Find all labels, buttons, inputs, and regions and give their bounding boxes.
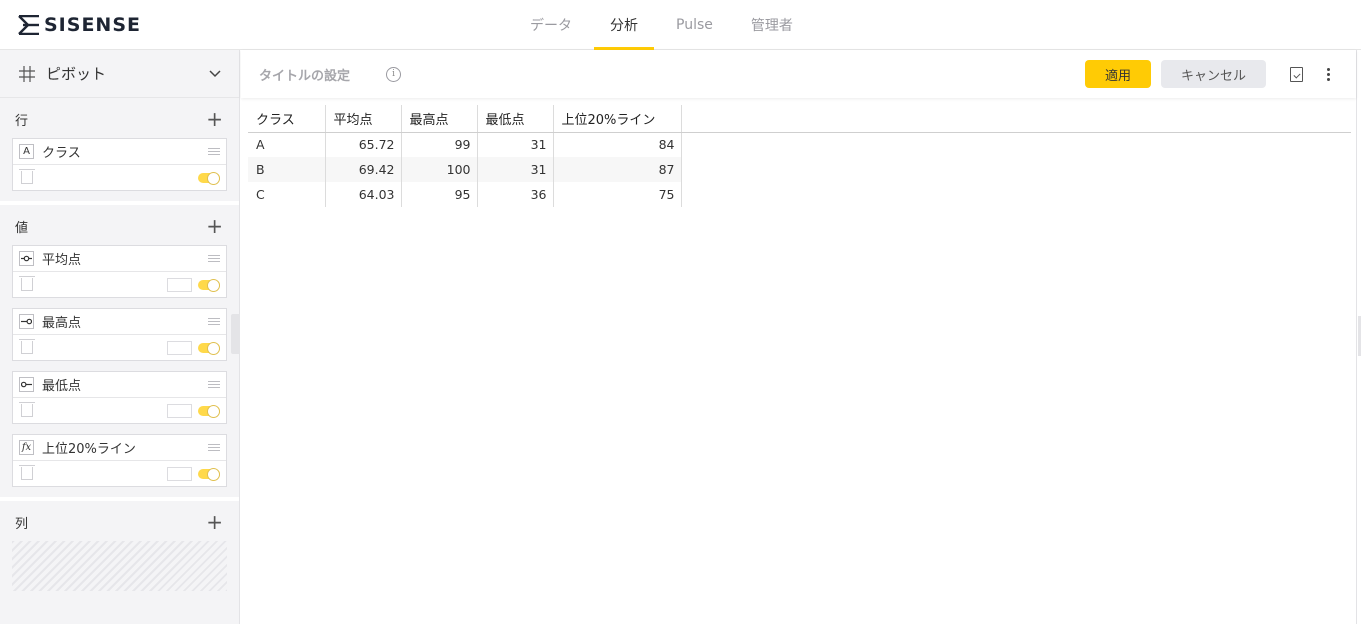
trash-icon[interactable] [19,465,35,480]
header-average[interactable]: 平均点 [325,105,402,133]
tab-admin-label: 管理者 [750,18,793,34]
tab-data-label: データ [530,18,572,34]
value-item-max[interactable]: 最高点 [12,308,227,361]
rows-section: 行 + A クラス [0,98,239,205]
item-toggle[interactable] [198,404,220,418]
pivot-table: クラス 平均点 最高点 最低点 上位20%ライン A 65.72 99 31 8… [248,105,682,207]
add-row-button[interactable]: + [206,109,223,129]
color-swatch[interactable] [167,466,192,481]
tab-data[interactable]: データ [514,0,588,50]
text-type-icon: A [19,144,34,159]
values-section-title: 値 [15,220,29,236]
cell-average: 69.42 [325,157,402,182]
more-options-icon[interactable] [1327,67,1330,81]
max-icon [19,314,34,329]
trash-icon[interactable] [19,402,35,417]
sidebar-collapse-handle[interactable] [231,314,240,354]
cancel-button[interactable]: キャンセル [1161,60,1266,88]
widget-title-input[interactable]: タイトルの設定 [259,65,350,84]
cell-max: 100 [401,157,478,182]
widget-sidebar: ピボット 行 + A クラス 値 + 平均点 最高点 最低点 fx 上位20%ラ… [0,50,240,624]
header-class[interactable]: クラス [248,105,326,133]
rows-section-title: 行 [15,113,29,129]
cell-min: 31 [477,132,554,157]
cell-class: B [248,157,326,182]
drag-handle-icon[interactable] [208,318,220,325]
cell-average: 64.03 [325,182,402,207]
value-item-label: 上位20%ライン [42,442,136,457]
value-item-label: 最高点 [42,316,82,331]
sisense-logo-icon [18,15,39,35]
tab-pulse[interactable]: Pulse [660,0,729,50]
logo-text: SISENSE [44,14,141,36]
formula-icon: fx [19,440,34,455]
item-toggle[interactable] [198,341,220,355]
header-max[interactable]: 最高点 [401,105,478,133]
widget-editor: タイトルの設定 i 適用 キャンセル クラス 平均点 最高点 最低点 上位20%… [241,50,1357,624]
export-file-icon[interactable] [1290,66,1303,82]
sisense-logo[interactable]: SISENSE [18,14,141,36]
values-section: 値 + 平均点 最高点 最低点 fx 上位20%ライン [0,205,239,501]
cell-max: 95 [401,182,478,207]
columns-dropzone[interactable] [12,541,227,591]
value-item-average[interactable]: 平均点 [12,245,227,298]
table-row: B 69.42 100 31 87 [248,157,682,182]
min-icon [19,377,34,392]
tab-analytics[interactable]: 分析 [594,0,654,50]
color-swatch[interactable] [167,403,192,418]
table-row: A 65.72 99 31 84 [248,132,682,157]
columns-section-title: 列 [15,516,29,532]
app-root: SISENSE データ 分析 Pulse 管理者 ピボット 行 + A クラス … [0,0,1361,624]
main-nav: データ 分析 Pulse 管理者 [514,0,815,50]
color-swatch[interactable] [167,340,192,355]
cell-class: C [248,182,326,207]
cell-max: 99 [401,132,478,157]
grid-icon [19,65,35,82]
color-swatch[interactable] [167,277,192,292]
value-item-label: 平均点 [42,253,82,268]
header-divider [248,132,1351,133]
add-value-button[interactable]: + [206,216,223,236]
avg-icon [19,251,34,266]
editor-toolbar: タイトルの設定 i 適用 キャンセル [241,50,1356,98]
cell-top20: 75 [553,182,682,207]
item-toggle[interactable] [198,467,220,481]
cell-average: 65.72 [325,132,402,157]
drag-handle-icon[interactable] [208,148,220,155]
cell-top20: 84 [553,132,682,157]
header-top20[interactable]: 上位20%ライン [553,105,682,133]
row-item-class[interactable]: A クラス [12,138,227,191]
tab-pulse-label: Pulse [676,17,713,33]
add-column-button[interactable]: + [206,512,223,532]
item-toggle[interactable] [198,171,220,185]
widget-type-selector[interactable]: ピボット [0,50,239,98]
header-min[interactable]: 最低点 [477,105,554,133]
tab-analytics-label: 分析 [610,18,638,34]
columns-section: 列 + [0,501,239,601]
drag-handle-icon[interactable] [208,381,220,388]
item-toggle[interactable] [198,278,220,292]
top-bar: SISENSE データ 分析 Pulse 管理者 [0,0,1361,50]
drag-handle-icon[interactable] [208,255,220,262]
pivot-header-row: クラス 平均点 最高点 最低点 上位20%ライン [248,105,682,133]
cell-top20: 87 [553,157,682,182]
info-icon[interactable]: i [386,66,402,82]
table-row: C 64.03 95 36 75 [248,182,682,207]
cell-min: 36 [477,182,554,207]
cell-class: A [248,132,326,157]
trash-icon[interactable] [19,169,35,184]
trash-icon[interactable] [19,276,35,291]
apply-button[interactable]: 適用 [1085,60,1151,88]
trash-icon[interactable] [19,339,35,354]
cell-min: 31 [477,157,554,182]
value-item-min[interactable]: 最低点 [12,371,227,424]
value-item-top20[interactable]: fx 上位20%ライン [12,434,227,487]
pivot-table-container: クラス 平均点 最高点 最低点 上位20%ライン A 65.72 99 31 8… [248,105,1351,207]
tab-admin[interactable]: 管理者 [735,0,809,50]
chevron-down-icon [209,69,221,77]
widget-type-label: ピボット [46,65,107,83]
row-item-label: クラス [42,146,81,161]
value-item-label: 最低点 [42,379,82,394]
drag-handle-icon[interactable] [208,444,220,451]
